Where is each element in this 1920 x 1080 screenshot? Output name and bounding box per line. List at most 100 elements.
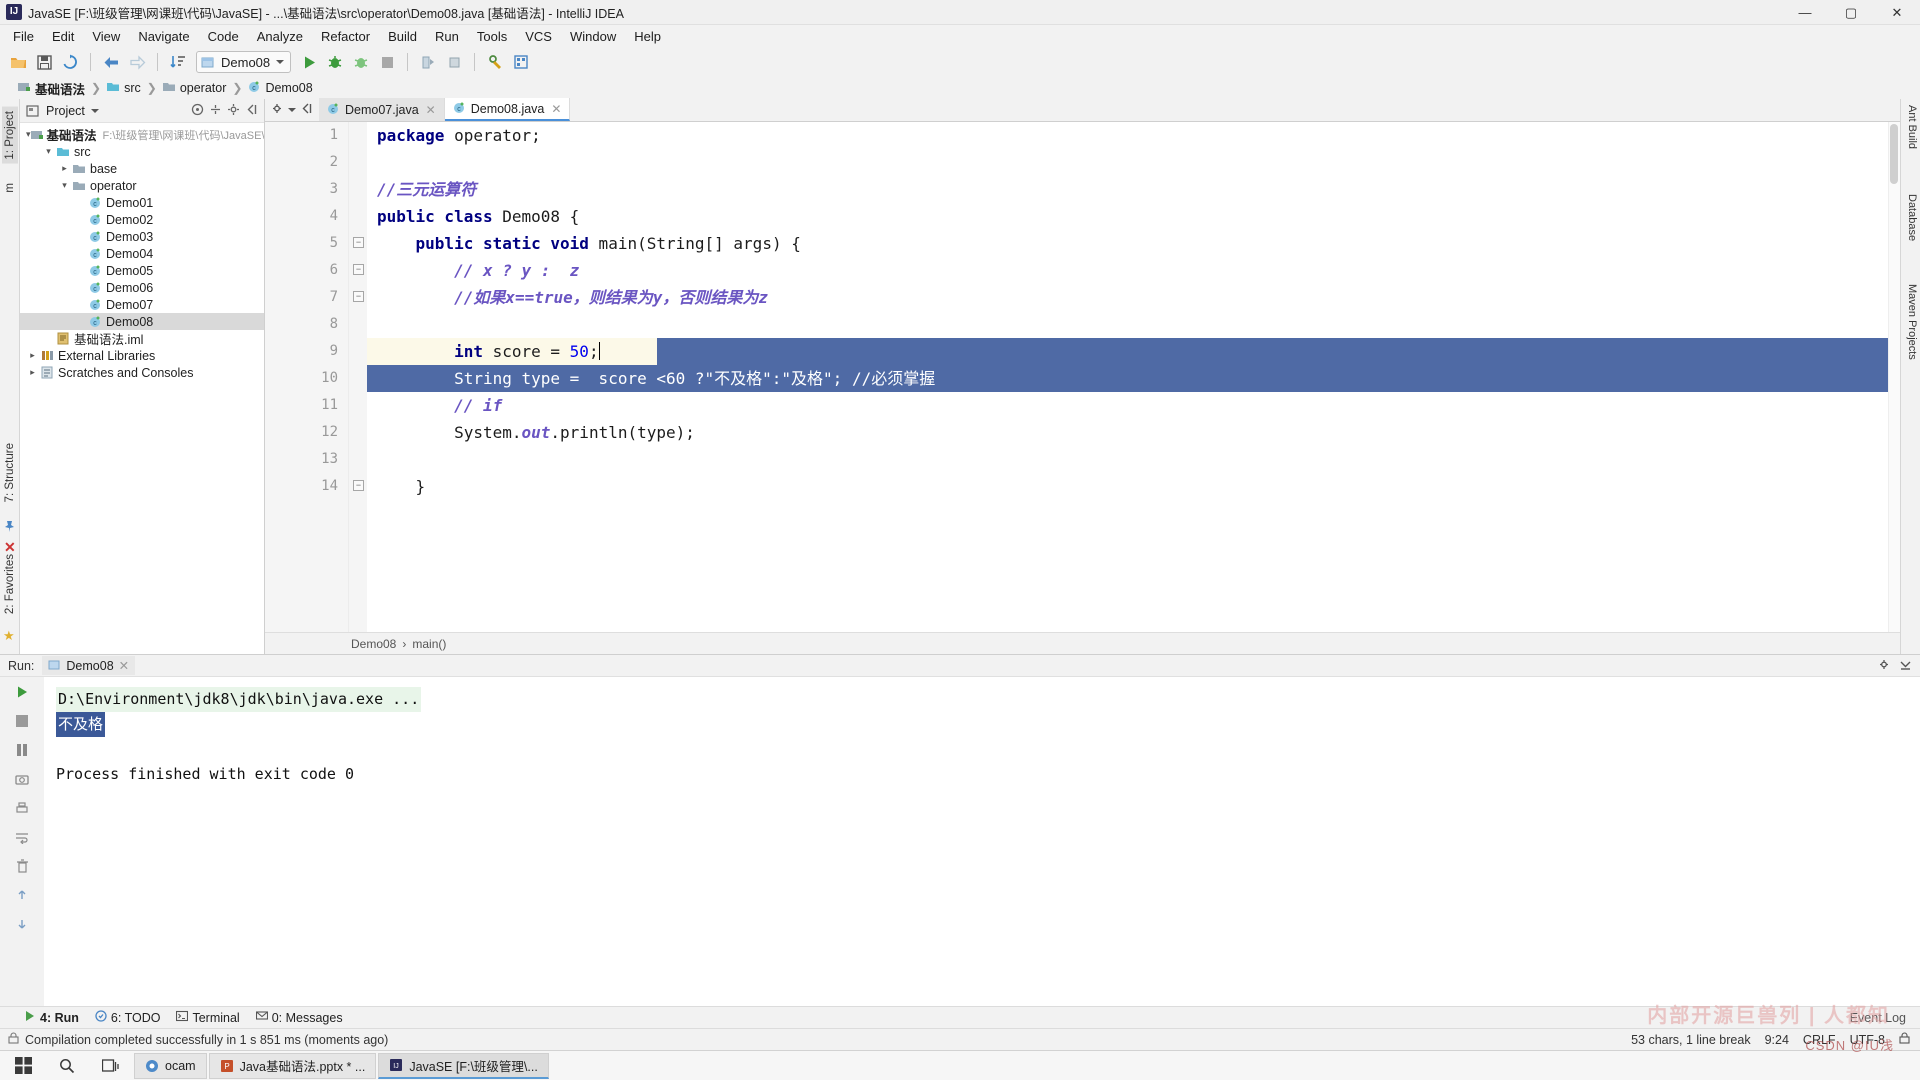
close-icon[interactable]: ✕ [4,539,16,556]
close-button[interactable]: ✕ [1874,0,1920,25]
event-log-button[interactable]: Event Log [1850,1011,1920,1025]
open-folder-icon[interactable] [6,50,30,74]
close-icon[interactable]: ✕ [551,102,561,116]
close-icon[interactable]: ✕ [119,658,129,673]
fold-collapse-icon[interactable]: − [353,237,364,248]
gear-icon[interactable] [1878,658,1891,674]
save-all-icon[interactable] [32,50,56,74]
bottom-tab-run[interactable]: 4: Run [24,1010,79,1025]
taskbar-app-ocam[interactable]: ocam [134,1052,207,1079]
chevron-down-icon[interactable] [90,108,99,113]
sidebar-item-database[interactable]: Database [1906,194,1918,241]
fold-collapse-icon[interactable]: − [353,264,364,275]
forward-icon[interactable] [125,50,149,74]
bottom-tab-todo[interactable]: 6: TODO [95,1010,160,1025]
minimize-button[interactable]: — [1782,0,1828,25]
code-line[interactable]: } [367,473,1900,500]
code-line[interactable]: // x ? y : z [367,257,1900,284]
back-icon[interactable] [99,50,123,74]
code-line[interactable] [367,311,1900,338]
tree-node-Demo08[interactable]: c Demo08 [20,313,264,330]
rerun-icon[interactable] [11,681,33,703]
status-lock-toggle-icon[interactable] [1899,1032,1910,1047]
sidebar-item-structure-tab[interactable]: 7: Structure [2,439,18,506]
maximize-button[interactable]: ▢ [1828,0,1874,25]
menu-item-vcs[interactable]: VCS [516,27,561,46]
status-caret-position[interactable]: 9:24 [1765,1033,1789,1047]
code-content[interactable]: package operator; //三元运算符 public class Dem… [367,122,1900,632]
run-configuration-selector[interactable]: Demo08 [196,51,292,73]
tree-node-Scratches and Consoles[interactable]: ▸ Scratches and Consoles [20,364,264,381]
menu-item-analyze[interactable]: Analyze [248,27,312,46]
pin-icon[interactable] [3,520,16,536]
chevron-right-icon[interactable]: ▸ [26,350,39,361]
menu-item-tools[interactable]: Tools [468,27,516,46]
target-icon[interactable] [191,103,204,119]
bottom-tab-messages[interactable]: 0: Messages [255,1010,343,1025]
code-line[interactable] [367,446,1900,473]
structure-icon[interactable] [509,50,533,74]
code-line[interactable]: int score = 50; [367,338,1900,365]
chevron-down-icon[interactable]: ▾ [58,180,71,191]
chevron-right-icon[interactable]: ▸ [58,163,71,174]
camera-icon[interactable] [11,768,33,790]
tree-node-基础语法.iml[interactable]: 基础语法.iml [20,330,264,347]
menu-item-run[interactable]: Run [426,27,468,46]
status-crumb-method[interactable]: main() [412,637,446,651]
tree-node-Demo03[interactable]: c Demo03 [20,228,264,245]
sidebar-item-maven-projects[interactable]: Maven Projects [1906,284,1918,360]
hide-panel-icon[interactable] [1899,658,1912,674]
menu-item-code[interactable]: Code [199,27,248,46]
menu-item-file[interactable]: File [4,27,43,46]
breadcrumb-item-基础语法[interactable]: 基础语法 [18,79,89,98]
menu-item-build[interactable]: Build [379,27,426,46]
menu-item-edit[interactable]: Edit [43,27,83,46]
hide-panel-icon[interactable] [300,102,313,118]
editor-tab-Demo07.java[interactable]: c Demo07.java ✕ [319,98,445,121]
menu-item-window[interactable]: Window [561,27,625,46]
run-coverage-icon[interactable] [349,50,373,74]
tree-node-External Libraries[interactable]: ▸ External Libraries [20,347,264,364]
tree-node-src[interactable]: ▾ src [20,143,264,160]
tree-node-Demo02[interactable]: c Demo02 [20,211,264,228]
fold-gutter[interactable]: − − − − [349,122,367,632]
menu-item-help[interactable]: Help [625,27,670,46]
code-line[interactable]: public class Demo08 { [367,203,1900,230]
clear-all-icon[interactable] [11,855,33,877]
gear-icon[interactable] [271,102,284,118]
code-line[interactable]: //三元运算符 [367,176,1900,203]
console-output[interactable]: D:\Environment\jdk8\jdk\bin\java.exe ...… [44,677,1920,1006]
menu-item-navigate[interactable]: Navigate [129,27,198,46]
search-icon[interactable] [46,1051,88,1080]
breadcrumb-item-operator[interactable]: operator [162,81,231,96]
print-icon[interactable] [11,797,33,819]
taskbar-app-powerpoint[interactable]: P Java基础语法.pptx * ... [208,1052,377,1079]
sidebar-item-project-tab[interactable]: 1: Project [2,107,18,164]
settings-icon[interactable] [483,50,507,74]
menu-item-refactor[interactable]: Refactor [312,27,379,46]
tree-node-基础语法[interactable]: ▾基础语法F:\班级管理\网课班\代码\JavaSE\基础 [20,126,264,143]
chevron-down-icon[interactable]: ▾ [42,146,55,157]
build-module-icon[interactable] [442,50,466,74]
pause-icon[interactable] [11,739,33,761]
tree-node-operator[interactable]: ▾ operator [20,177,264,194]
code-line[interactable]: String type = score <60 ?"不及格":"及格"; //必… [367,365,1900,392]
sidebar-item-maven-tab[interactable]: m [2,179,18,197]
taskview-icon[interactable] [90,1051,132,1080]
editor-scrollbar[interactable] [1888,122,1900,632]
run-icon[interactable] [297,50,321,74]
code-editor[interactable]: 1 2 3 4 5 6 7 8 9 10 11 12 13 14 − − − − package operato… [265,122,1900,632]
fold-collapse-icon[interactable]: − [353,480,364,491]
hide-panel-icon[interactable] [245,103,258,119]
chevron-down-icon[interactable] [288,107,296,112]
code-line[interactable]: //如果x==true，则结果为y，否则结果为z [367,284,1900,311]
scroll-down-icon[interactable] [11,913,33,935]
code-line[interactable]: // if [367,392,1900,419]
sidebar-item-ant-build[interactable]: Ant Build [1906,105,1918,149]
menu-item-view[interactable]: View [83,27,129,46]
stop-icon[interactable] [11,710,33,732]
tree-node-Demo06[interactable]: c Demo06 [20,279,264,296]
code-line[interactable] [367,149,1900,176]
chevron-down-icon[interactable] [276,60,285,64]
debug-icon[interactable] [323,50,347,74]
